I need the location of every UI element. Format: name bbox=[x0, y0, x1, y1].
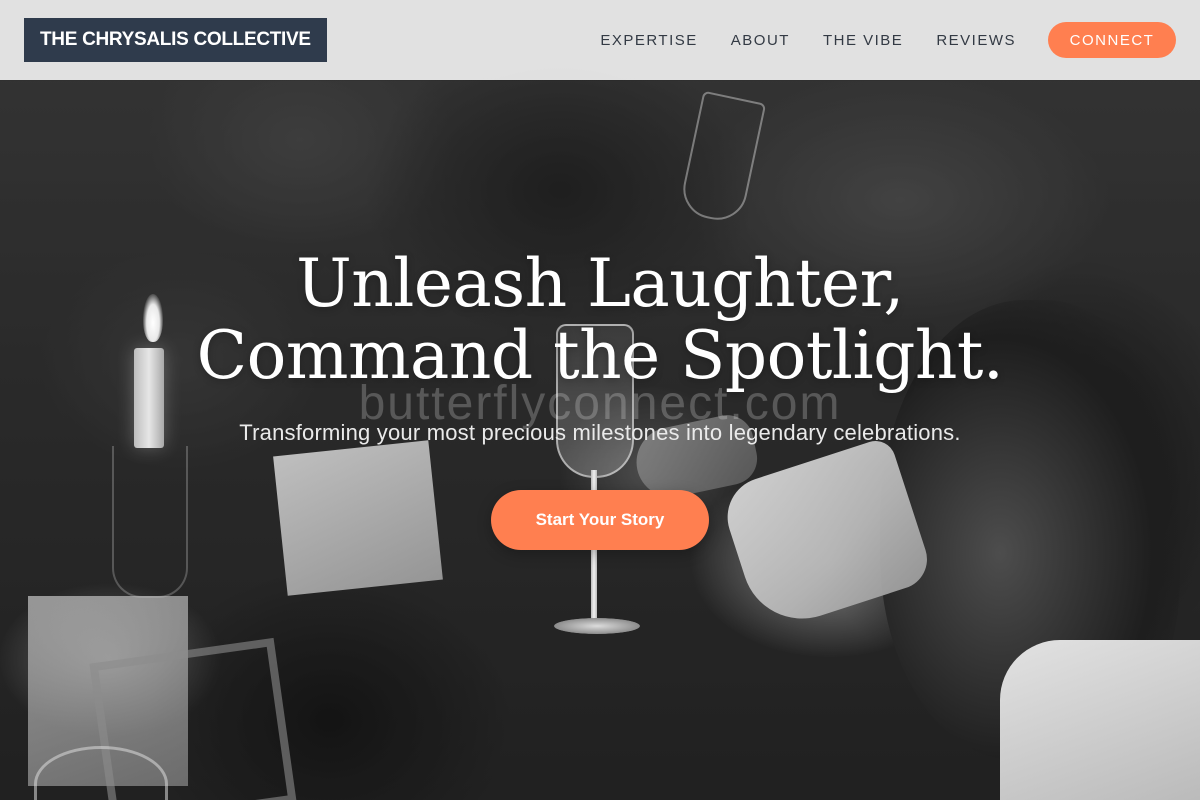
nav-link-expertise[interactable]: EXPERTISE bbox=[600, 32, 697, 49]
start-your-story-button[interactable]: Start Your Story bbox=[491, 490, 709, 550]
hero-title-line-2: Command the Spotlight. bbox=[196, 317, 1004, 394]
nav-link-about[interactable]: ABOUT bbox=[731, 32, 790, 49]
landing-page: THE CHRYSALIS COLLECTIVE EXPERTISE ABOUT… bbox=[0, 0, 1200, 800]
hero-section: Unleash Laughter, Command the Spotlight.… bbox=[0, 248, 1200, 550]
hero-subtitle: Transforming your most precious mileston… bbox=[239, 420, 961, 445]
connect-button[interactable]: CONNECT bbox=[1048, 22, 1176, 58]
hero-title: Unleash Laughter, Command the Spotlight. bbox=[0, 248, 1200, 392]
site-header: THE CHRYSALIS COLLECTIVE EXPERTISE ABOUT… bbox=[0, 0, 1200, 80]
brand-logo[interactable]: THE CHRYSALIS COLLECTIVE bbox=[24, 18, 327, 62]
nav-link-reviews[interactable]: REVIEWS bbox=[936, 32, 1016, 49]
main-nav: EXPERTISE ABOUT THE VIBE REVIEWS bbox=[600, 0, 1016, 80]
guest-shirt bbox=[1000, 640, 1200, 800]
champagne-glass-base bbox=[554, 618, 640, 634]
nav-link-the-vibe[interactable]: THE VIBE bbox=[823, 32, 903, 49]
hero-title-line-1: Unleash Laughter, bbox=[296, 245, 904, 322]
